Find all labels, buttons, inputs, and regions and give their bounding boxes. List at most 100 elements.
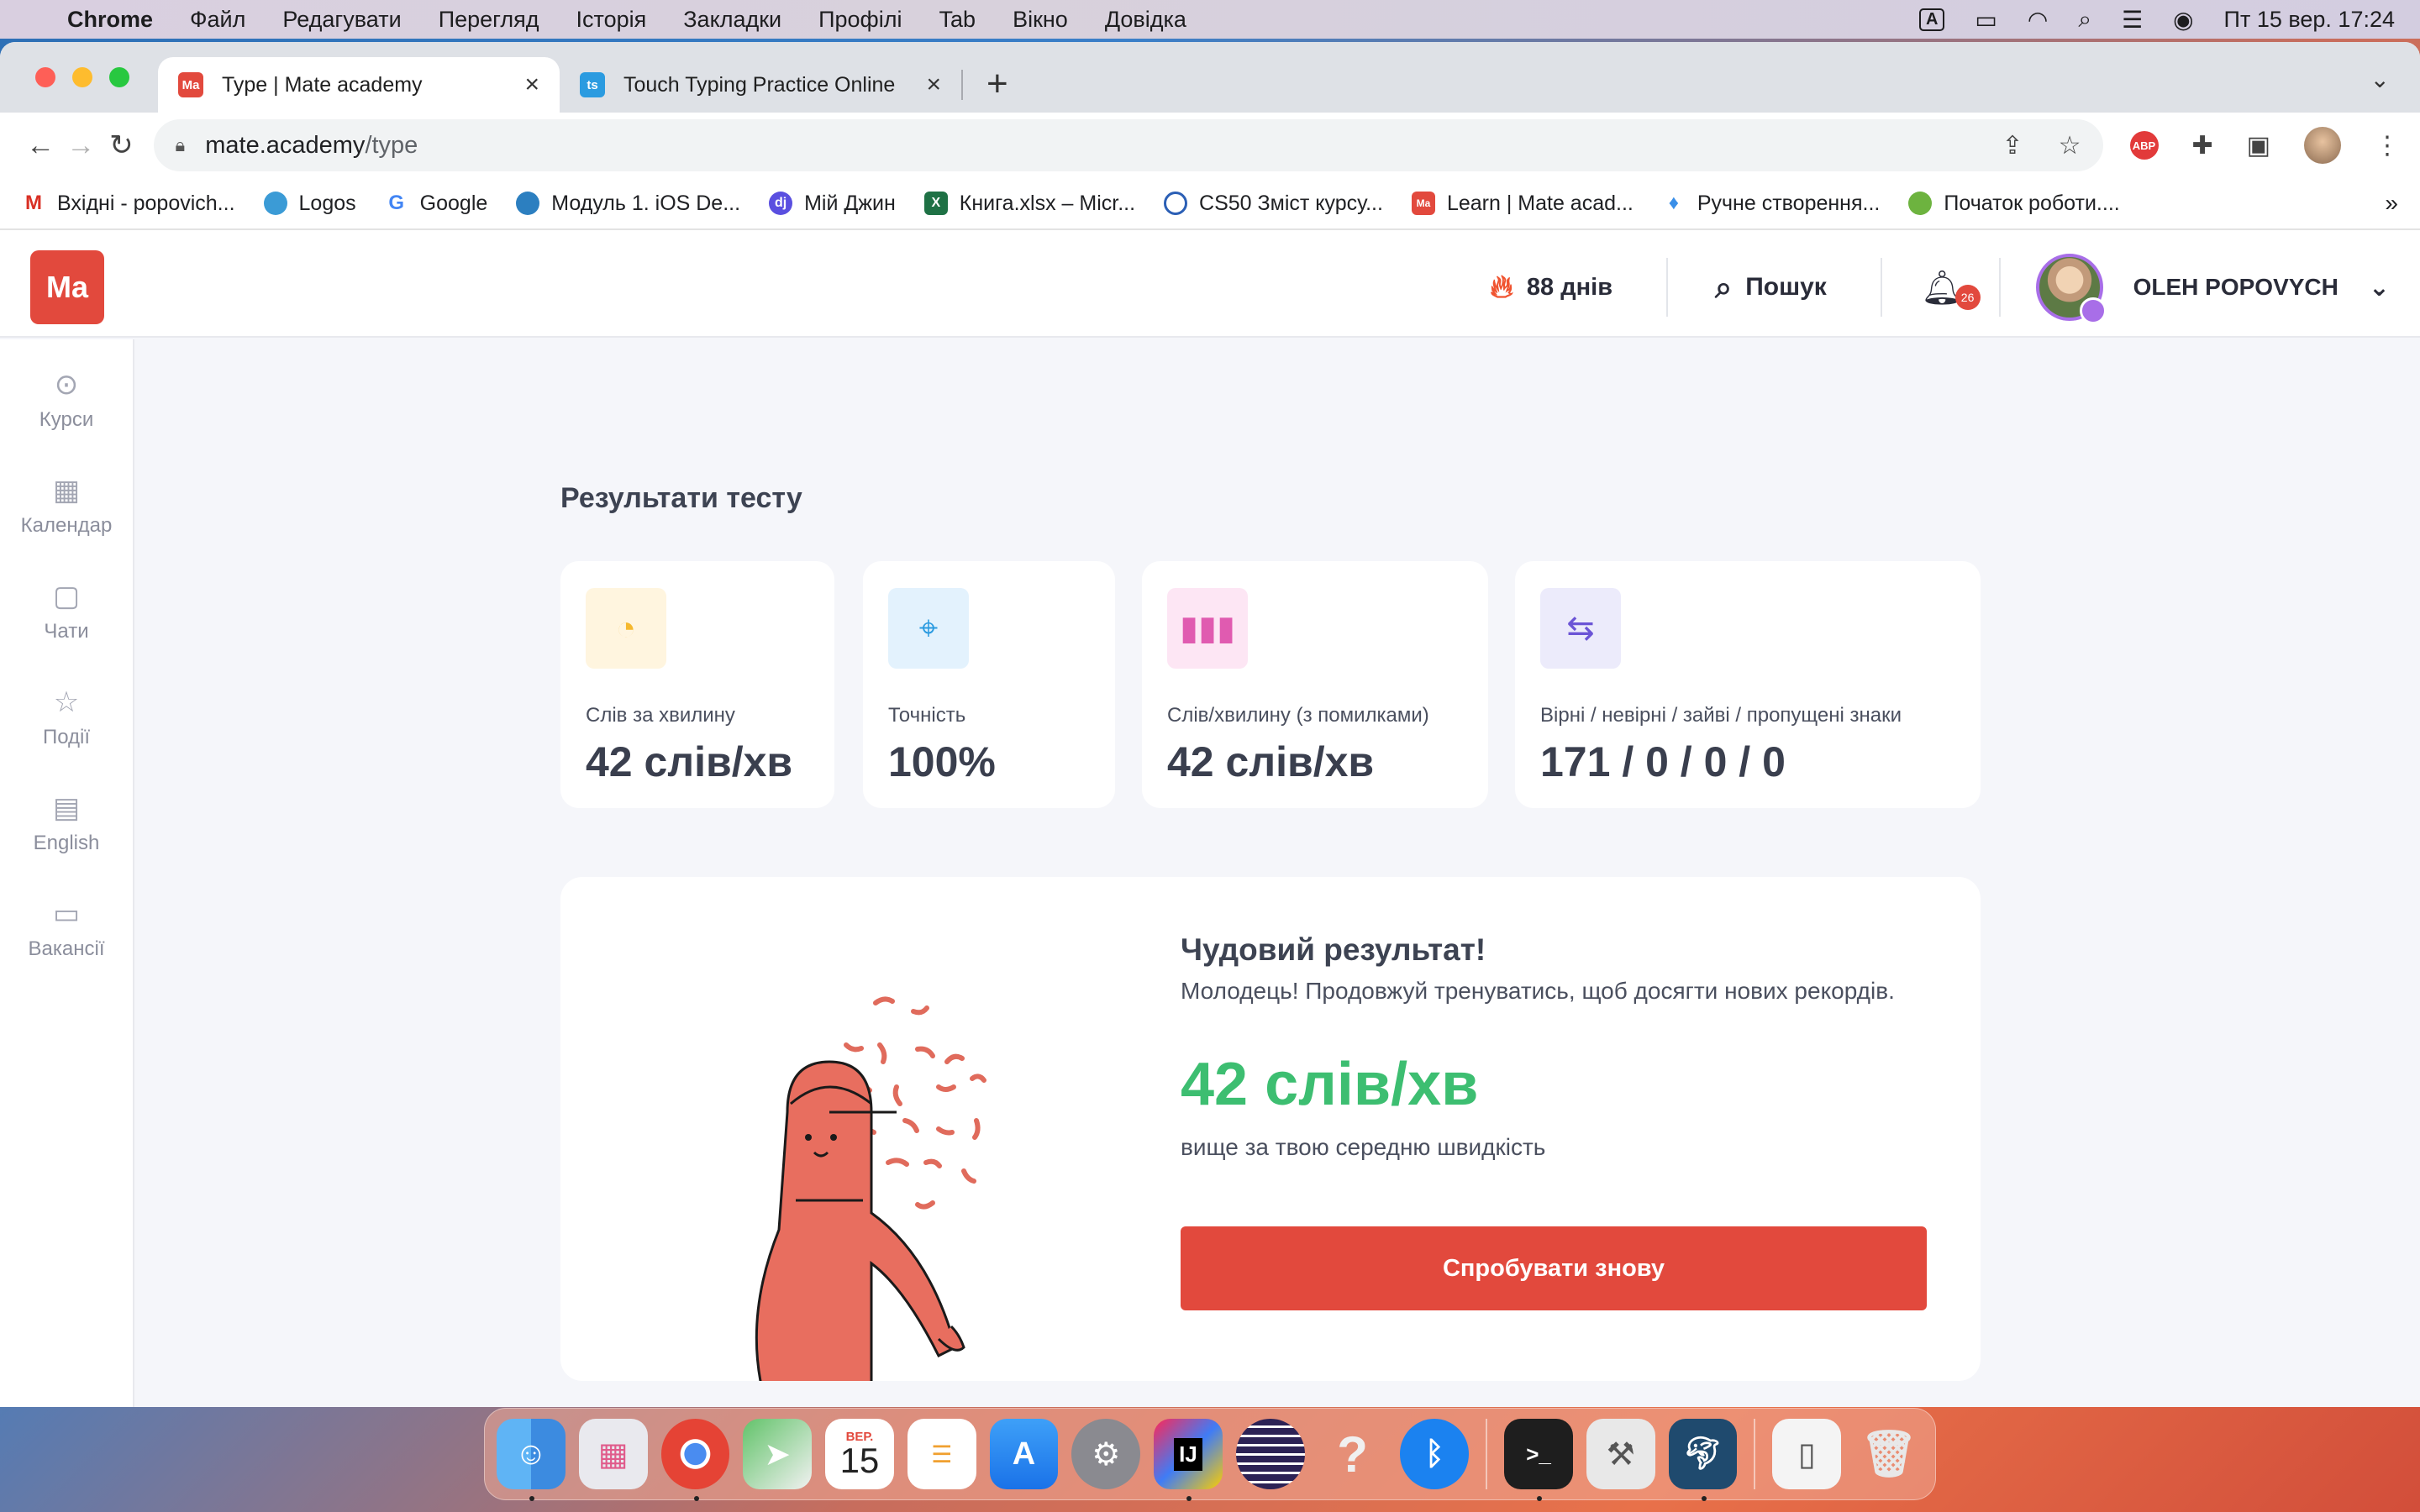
system-settings-icon[interactable]: ⚙ — [1071, 1419, 1141, 1489]
more-bookmarks-icon[interactable]: » — [2385, 190, 2398, 217]
search-label: Пошук — [1745, 273, 1827, 301]
menu-tab[interactable]: Tab — [939, 7, 976, 33]
bookmark-djinni[interactable]: dj Мій Джин — [769, 192, 896, 216]
menubar-clock[interactable]: Пт 15 вер. 17:24 — [2224, 7, 2395, 33]
bookmark-logos[interactable]: Logos — [263, 192, 356, 216]
side-panel-icon[interactable]: ▣ — [2247, 131, 2270, 160]
extensions-puzzle-icon[interactable]: ✚ — [2192, 131, 2213, 160]
archive-utility-icon[interactable]: ▯ — [1772, 1419, 1842, 1489]
typingstudy-favicon-icon: ts — [580, 72, 605, 97]
menu-profiles[interactable]: Профілі — [818, 7, 902, 33]
lock-icon[interactable]: 🔒︎ — [176, 134, 186, 156]
sidebar-item-english[interactable]: ▤ English — [0, 791, 133, 869]
bookmark-cs50[interactable]: CS50 Зміст курсу... — [1164, 192, 1383, 216]
siri-icon[interactable]: ◉ — [2173, 6, 2193, 34]
calendar-app-icon[interactable]: ВЕР. 15 — [825, 1419, 894, 1489]
bluetooth-icon[interactable]: ᛒ — [1400, 1419, 1470, 1489]
tab-search-chevron-icon[interactable]: ⌄ — [2370, 66, 2390, 93]
bookmark-excel[interactable]: X Книга.xlsx – Micr... — [923, 192, 1135, 216]
forward-button[interactable]: → — [60, 129, 101, 162]
maps-icon[interactable]: ➤ — [743, 1419, 813, 1489]
bookmark-gmail[interactable]: M Вхідні - popovich... — [22, 192, 235, 216]
result-subtitle: Молодець! Продовжуй тренуватись, щоб дос… — [1181, 978, 1895, 1004]
macos-dock: ☺ ▦ ➤ ВЕР. 15 ☰ A ⚙ IJ ? ᛒ >_ ⚒ 🐬︎ ▯ 🗑︎ — [484, 1408, 1936, 1501]
menu-help[interactable]: Довідка — [1105, 7, 1186, 33]
new-tab-button[interactable]: + — [986, 63, 1008, 105]
user-menu[interactable]: OLEH POPOVYCH ⌄ — [2001, 254, 2390, 324]
bookmark-label: Мій Джин — [804, 191, 896, 215]
chrome-icon[interactable] — [660, 1419, 730, 1501]
minimize-window-button[interactable] — [72, 67, 92, 87]
ethereum-icon: ♦ — [1661, 192, 1686, 215]
reload-button[interactable]: ↻ — [101, 129, 141, 162]
sidebar-item-calendar[interactable]: ▦ Календар — [0, 474, 133, 551]
launchpad-icon[interactable]: ▦ — [578, 1419, 648, 1489]
sidebar-item-label: Календар — [20, 514, 113, 537]
app-store-icon[interactable]: A — [989, 1419, 1059, 1489]
result-heading: Чудовий результат! — [1181, 932, 1486, 967]
input-source-indicator[interactable]: A — [1918, 8, 1945, 31]
sidebar-item-chats[interactable]: ▢ Чати — [0, 580, 133, 657]
notifications-button[interactable]: 🔔︎ 26 — [1882, 268, 1999, 310]
bookmark-ethereum[interactable]: ♦ Ручне створення... — [1661, 192, 1880, 216]
bookmark-star-icon[interactable]: ☆ — [2059, 131, 2081, 160]
bar-chart-icon: ▮▮▮ — [1167, 588, 1248, 669]
sidebar-item-events[interactable]: ☆ Події — [0, 685, 133, 763]
tab-separator — [961, 70, 963, 100]
help-icon[interactable]: ? — [1318, 1419, 1387, 1489]
mate-favicon-icon: Ma — [178, 72, 203, 97]
characters-card: ⇆ Вірні / невірні / зайві / пропущені зн… — [1515, 561, 1981, 808]
close-tab-icon[interactable]: × — [524, 71, 539, 99]
notification-badge: 26 — [1954, 284, 1981, 310]
zoom-window-button[interactable] — [109, 67, 129, 87]
trash-icon[interactable]: 🗑︎ — [1854, 1419, 1923, 1489]
bookmark-module[interactable]: Модуль 1. iOS De... — [516, 192, 740, 216]
back-button[interactable]: ← — [20, 129, 60, 162]
intellij-icon[interactable]: IJ — [1154, 1419, 1223, 1501]
google-icon: G — [384, 192, 408, 215]
finder-icon[interactable]: ☺ — [497, 1419, 566, 1501]
menu-window[interactable]: Вікно — [1013, 7, 1068, 33]
address-bar[interactable]: 🔒︎ mate.academy/type ⇪ ☆ — [153, 119, 2103, 171]
menu-view[interactable]: Перегляд — [439, 7, 539, 33]
control-center-icon[interactable]: ☰ — [2122, 6, 2143, 34]
sidebar-item-label: Чати — [44, 620, 89, 643]
reminders-icon[interactable]: ☰ — [907, 1419, 976, 1489]
wifi-icon[interactable]: ◠ — [2028, 6, 2048, 34]
bookmark-google[interactable]: G Google — [384, 192, 487, 216]
search-button[interactable]: ⌕ Пошук — [1668, 270, 1881, 306]
battery-icon[interactable]: ▭ — [1975, 6, 1996, 34]
menu-edit[interactable]: Редагувати — [282, 7, 401, 33]
tab-touch-typing[interactable]: ts Touch Typing Practice Online × — [560, 57, 961, 113]
bookmark-label: Вхідні - popovich... — [57, 191, 235, 215]
eclipse-icon[interactable] — [1235, 1419, 1305, 1489]
close-tab-icon[interactable]: × — [926, 71, 941, 99]
menu-history[interactable]: Історія — [576, 7, 647, 33]
calendar-day: 15 — [839, 1440, 880, 1480]
tab-mate-academy[interactable]: Ma Type | Mate academy × — [158, 57, 560, 113]
spotlight-search-icon[interactable]: ⌕ — [2078, 6, 2091, 34]
running-indicator — [693, 1496, 699, 1501]
mysql-workbench-icon[interactable]: 🐬︎ — [1668, 1419, 1738, 1501]
adblock-extension-icon[interactable]: ABP — [2129, 131, 2159, 160]
bookmark-mate[interactable]: Ma Learn | Mate acad... — [1411, 192, 1634, 216]
characters-value: 171 / 0 / 0 / 0 — [1540, 738, 1786, 785]
mate-logo[interactable]: Ma — [30, 250, 104, 324]
running-indicator — [529, 1496, 534, 1501]
close-window-button[interactable] — [35, 67, 55, 87]
terminal-icon[interactable]: >_ — [1504, 1419, 1573, 1501]
bookmarks-bar: M Вхідні - popovich... Logos G Google Моду… — [0, 178, 2420, 230]
profile-avatar[interactable] — [2304, 127, 2342, 164]
menu-file[interactable]: Файл — [190, 7, 245, 33]
menu-bookmarks[interactable]: Закладки — [683, 7, 781, 33]
share-icon[interactable]: ⇪ — [2002, 131, 2023, 160]
menu-app-name[interactable]: Chrome — [67, 7, 153, 33]
chrome-menu-icon[interactable]: ⋮ — [2375, 131, 2400, 160]
sidebar-item-courses[interactable]: ⊙ Курси — [0, 368, 133, 445]
bookmark-spring[interactable]: Початок роботи.... — [1908, 192, 2120, 216]
streak-label: 88 днів — [1526, 273, 1613, 301]
system-information-icon[interactable]: ⚒ — [1586, 1419, 1655, 1489]
sidebar-item-jobs[interactable]: ▭ Вакансії — [0, 897, 133, 974]
retry-button[interactable]: Спробувати знову — [1181, 1226, 1927, 1310]
streak-counter[interactable]: 🔥︎ 88 днів — [1490, 270, 1666, 306]
